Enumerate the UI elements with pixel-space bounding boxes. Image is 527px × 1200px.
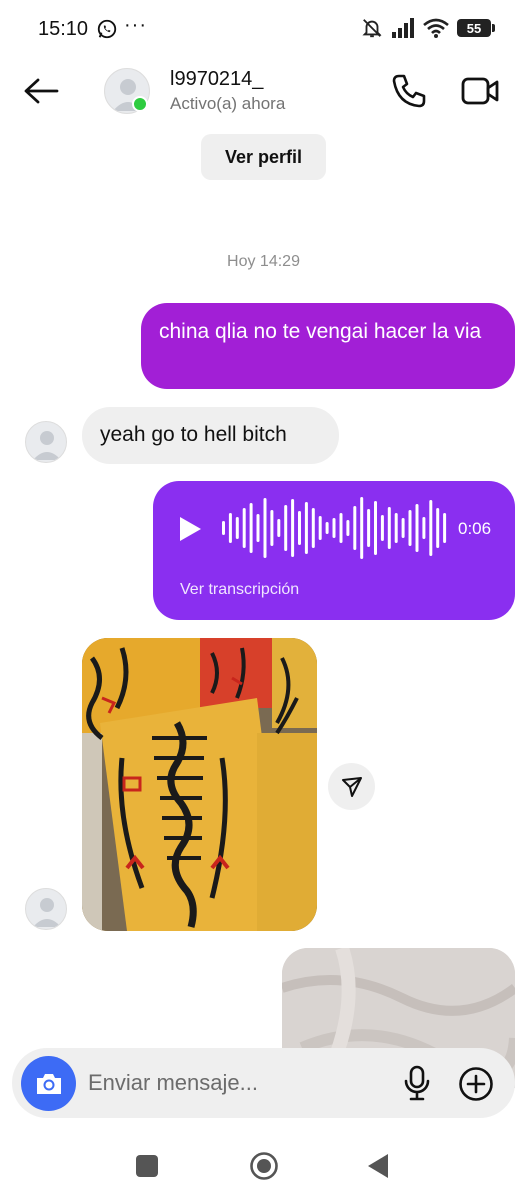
waveform-bar [318, 516, 322, 540]
phone-icon[interactable] [390, 72, 428, 110]
waveform-bar [380, 515, 384, 541]
waveform-bar [332, 518, 336, 538]
date-separator: Hoy 14:29 [227, 253, 300, 270]
whatsapp-icon [97, 19, 117, 39]
back-button[interactable] [22, 74, 60, 108]
waveform-bar [401, 518, 405, 538]
waveform-bar [235, 517, 239, 539]
sender-avatar[interactable] [25, 421, 67, 463]
waveform-bar [408, 510, 412, 546]
waveform-bar [277, 519, 281, 537]
microphone-icon[interactable] [402, 1065, 432, 1101]
wifi-icon [423, 18, 449, 38]
nav-back-icon[interactable] [366, 1152, 390, 1180]
status-bar: 15:10 ··· 55 [0, 0, 527, 60]
camera-button[interactable] [21, 1056, 76, 1111]
play-icon[interactable] [177, 515, 203, 543]
waveform-bar [429, 500, 433, 556]
waveform-bar [291, 499, 295, 557]
outgoing-message[interactable]: china qlia no te vengai hacer la via [141, 303, 515, 389]
waveform-bar [325, 522, 329, 534]
talisman-photo [82, 638, 317, 931]
audio-waveform[interactable] [221, 495, 449, 561]
plus-icon[interactable] [458, 1066, 494, 1102]
view-transcription-link[interactable]: Ver transcripción [180, 581, 299, 599]
waveform-bar [222, 521, 225, 535]
waveform-bar [436, 508, 440, 548]
waveform-bar [339, 513, 343, 543]
incoming-photo-message[interactable] [82, 638, 317, 931]
sender-avatar[interactable] [25, 888, 67, 930]
waveform-bar [422, 517, 426, 539]
waveform-bar [443, 513, 447, 543]
message-composer [12, 1048, 515, 1118]
waveform-bar [304, 502, 308, 554]
waveform-bar [353, 506, 357, 550]
contact-active-status: Activo(a) ahora [170, 94, 286, 113]
nav-recents-icon[interactable] [136, 1155, 158, 1177]
online-indicator [132, 96, 148, 112]
waveform-bar [346, 520, 350, 536]
status-icons: 55 [361, 17, 495, 39]
mute-bell-icon [362, 19, 382, 38]
waveform-bar [270, 510, 274, 546]
voice-message[interactable]: 0:06 Ver transcripción [153, 481, 515, 620]
video-camera-icon[interactable] [460, 72, 500, 110]
status-more: ··· [124, 14, 147, 36]
waveform-bar [394, 513, 398, 543]
back-arrow-icon [24, 78, 59, 104]
waveform-bar [284, 505, 288, 551]
waveform-bar [263, 498, 267, 558]
battery-icon: 55 [457, 19, 495, 37]
voice-duration: 0:06 [458, 519, 492, 538]
waveform-bar [249, 503, 253, 553]
signal-icon [392, 18, 414, 38]
waveform-bar [387, 507, 391, 549]
waveform-bar [256, 514, 260, 542]
default-avatar-icon [33, 898, 61, 927]
waveform-bar [242, 508, 246, 548]
default-avatar-icon [33, 431, 61, 460]
camera-icon [36, 1073, 61, 1094]
view-profile-button[interactable]: Ver perfil [201, 134, 326, 180]
contact-username[interactable]: l9970214_ [170, 68, 263, 91]
share-button[interactable] [328, 763, 375, 810]
waveform-bar [367, 509, 371, 547]
waveform-bar [360, 497, 364, 559]
system-navigation-bar [0, 1130, 527, 1200]
waveform-bar [374, 501, 377, 555]
waveform-bar [228, 513, 232, 543]
status-time: 15:10 [38, 18, 89, 40]
incoming-message[interactable]: yeah go to hell bitch [82, 407, 339, 464]
waveform-bar [311, 508, 315, 548]
nav-home-icon[interactable] [249, 1151, 279, 1181]
waveform-bar [298, 511, 301, 545]
message-input[interactable] [88, 1066, 388, 1100]
chat-header: l9970214_ Activo(a) ahora [0, 60, 527, 124]
share-icon [341, 776, 362, 797]
waveform-bar [415, 504, 419, 552]
